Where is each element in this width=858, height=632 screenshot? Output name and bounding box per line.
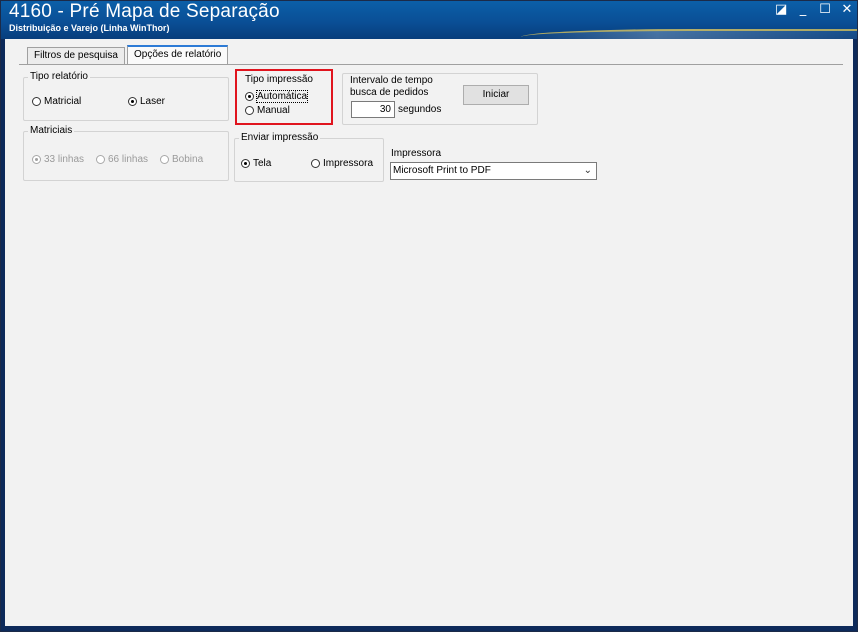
- radio-66-linhas[interactable]: 66 linhas: [96, 154, 148, 165]
- impressora-select[interactable]: Microsoft Print to PDF ⌄: [390, 162, 597, 180]
- radio-33-linhas-label: 33 linhas: [44, 154, 85, 165]
- radio-icon: [245, 106, 254, 115]
- radio-icon: [32, 97, 41, 106]
- tipo-impressao-highlight: Tipo impressão Automática Manual: [235, 69, 333, 125]
- radio-tela-label: Tela: [253, 158, 272, 169]
- tab-opcoes-de-relatorio[interactable]: Opções de relatório: [127, 45, 229, 65]
- minimize-icon[interactable]: _: [797, 3, 809, 17]
- tipo-impressao-label: Tipo impressão: [245, 74, 313, 85]
- radio-matricial[interactable]: Matricial: [32, 96, 81, 107]
- window-subtitle: Distribuição e Varejo (Linha WinThor): [9, 23, 170, 33]
- radio-laser-label: Laser: [140, 96, 166, 107]
- radio-icon: [245, 92, 254, 101]
- title-bar: 4160 - Pré Mapa de Separação Distribuiçã…: [1, 1, 857, 39]
- tipo-relatorio-label: Tipo relatório: [28, 71, 90, 82]
- radio-icon: [96, 155, 105, 164]
- impressora-label: Impressora: [391, 148, 442, 159]
- radio-bobina-label: Bobina: [172, 154, 204, 165]
- radio-33-linhas[interactable]: 33 linhas: [32, 154, 84, 165]
- intervalo-seconds-input[interactable]: 30: [351, 101, 395, 118]
- impressora-selected-value: Microsoft Print to PDF: [393, 165, 491, 176]
- radio-manual[interactable]: Manual: [245, 105, 290, 116]
- enviar-impressao-group: Enviar impressão Tela Impressora: [234, 132, 384, 182]
- window-title: 4160 - Pré Mapa de Separação: [9, 1, 280, 22]
- radio-icon: [241, 159, 250, 168]
- radio-bobina[interactable]: Bobina: [160, 154, 203, 165]
- intervalo-unit-label: segundos: [398, 104, 442, 115]
- chevron-down-icon: ⌄: [583, 165, 592, 176]
- intervalo-label-line1: Intervalo de tempo: [350, 75, 433, 86]
- radio-manual-label: Manual: [257, 105, 290, 116]
- restore-icon[interactable]: ◪: [775, 3, 787, 17]
- matriciais-label: Matriciais: [28, 125, 75, 136]
- radio-automatica[interactable]: Automática: [245, 90, 309, 103]
- iniciar-button[interactable]: Iniciar: [463, 85, 529, 105]
- radio-impressora[interactable]: Impressora: [311, 158, 373, 169]
- enviar-impressao-label: Enviar impressão: [239, 132, 321, 143]
- radio-impressora-label: Impressora: [323, 158, 374, 169]
- title-decoration: [521, 29, 857, 39]
- tab-divider: [19, 64, 843, 65]
- radio-icon: [128, 97, 137, 106]
- radio-laser[interactable]: Laser: [128, 96, 165, 107]
- radio-tela[interactable]: Tela: [241, 158, 271, 169]
- radio-icon: [160, 155, 169, 164]
- radio-icon: [32, 155, 41, 164]
- window-controls: ◪ _ ☐ ✕: [775, 3, 853, 17]
- radio-66-linhas-label: 66 linhas: [108, 154, 149, 165]
- tab-filtros-de-pesquisa[interactable]: Filtros de pesquisa: [27, 47, 125, 64]
- matriciais-group: Matriciais 33 linhas 66 linhas Bobina: [23, 125, 229, 181]
- intervalo-label-line2: busca de pedidos: [350, 87, 429, 98]
- close-icon[interactable]: ✕: [841, 3, 853, 17]
- maximize-icon[interactable]: ☐: [819, 3, 831, 17]
- radio-automatica-label: Automática: [255, 90, 309, 103]
- radio-icon: [311, 159, 320, 168]
- tipo-relatorio-group: Tipo relatório Matricial Laser: [23, 71, 229, 121]
- radio-matricial-label: Matricial: [44, 96, 82, 107]
- client-area: Filtros de pesquisa Opções de relatório …: [5, 39, 853, 626]
- app-window: 4160 - Pré Mapa de Separação Distribuiçã…: [0, 0, 858, 632]
- intervalo-group: Intervalo de tempo busca de pedidos 30 s…: [342, 73, 538, 125]
